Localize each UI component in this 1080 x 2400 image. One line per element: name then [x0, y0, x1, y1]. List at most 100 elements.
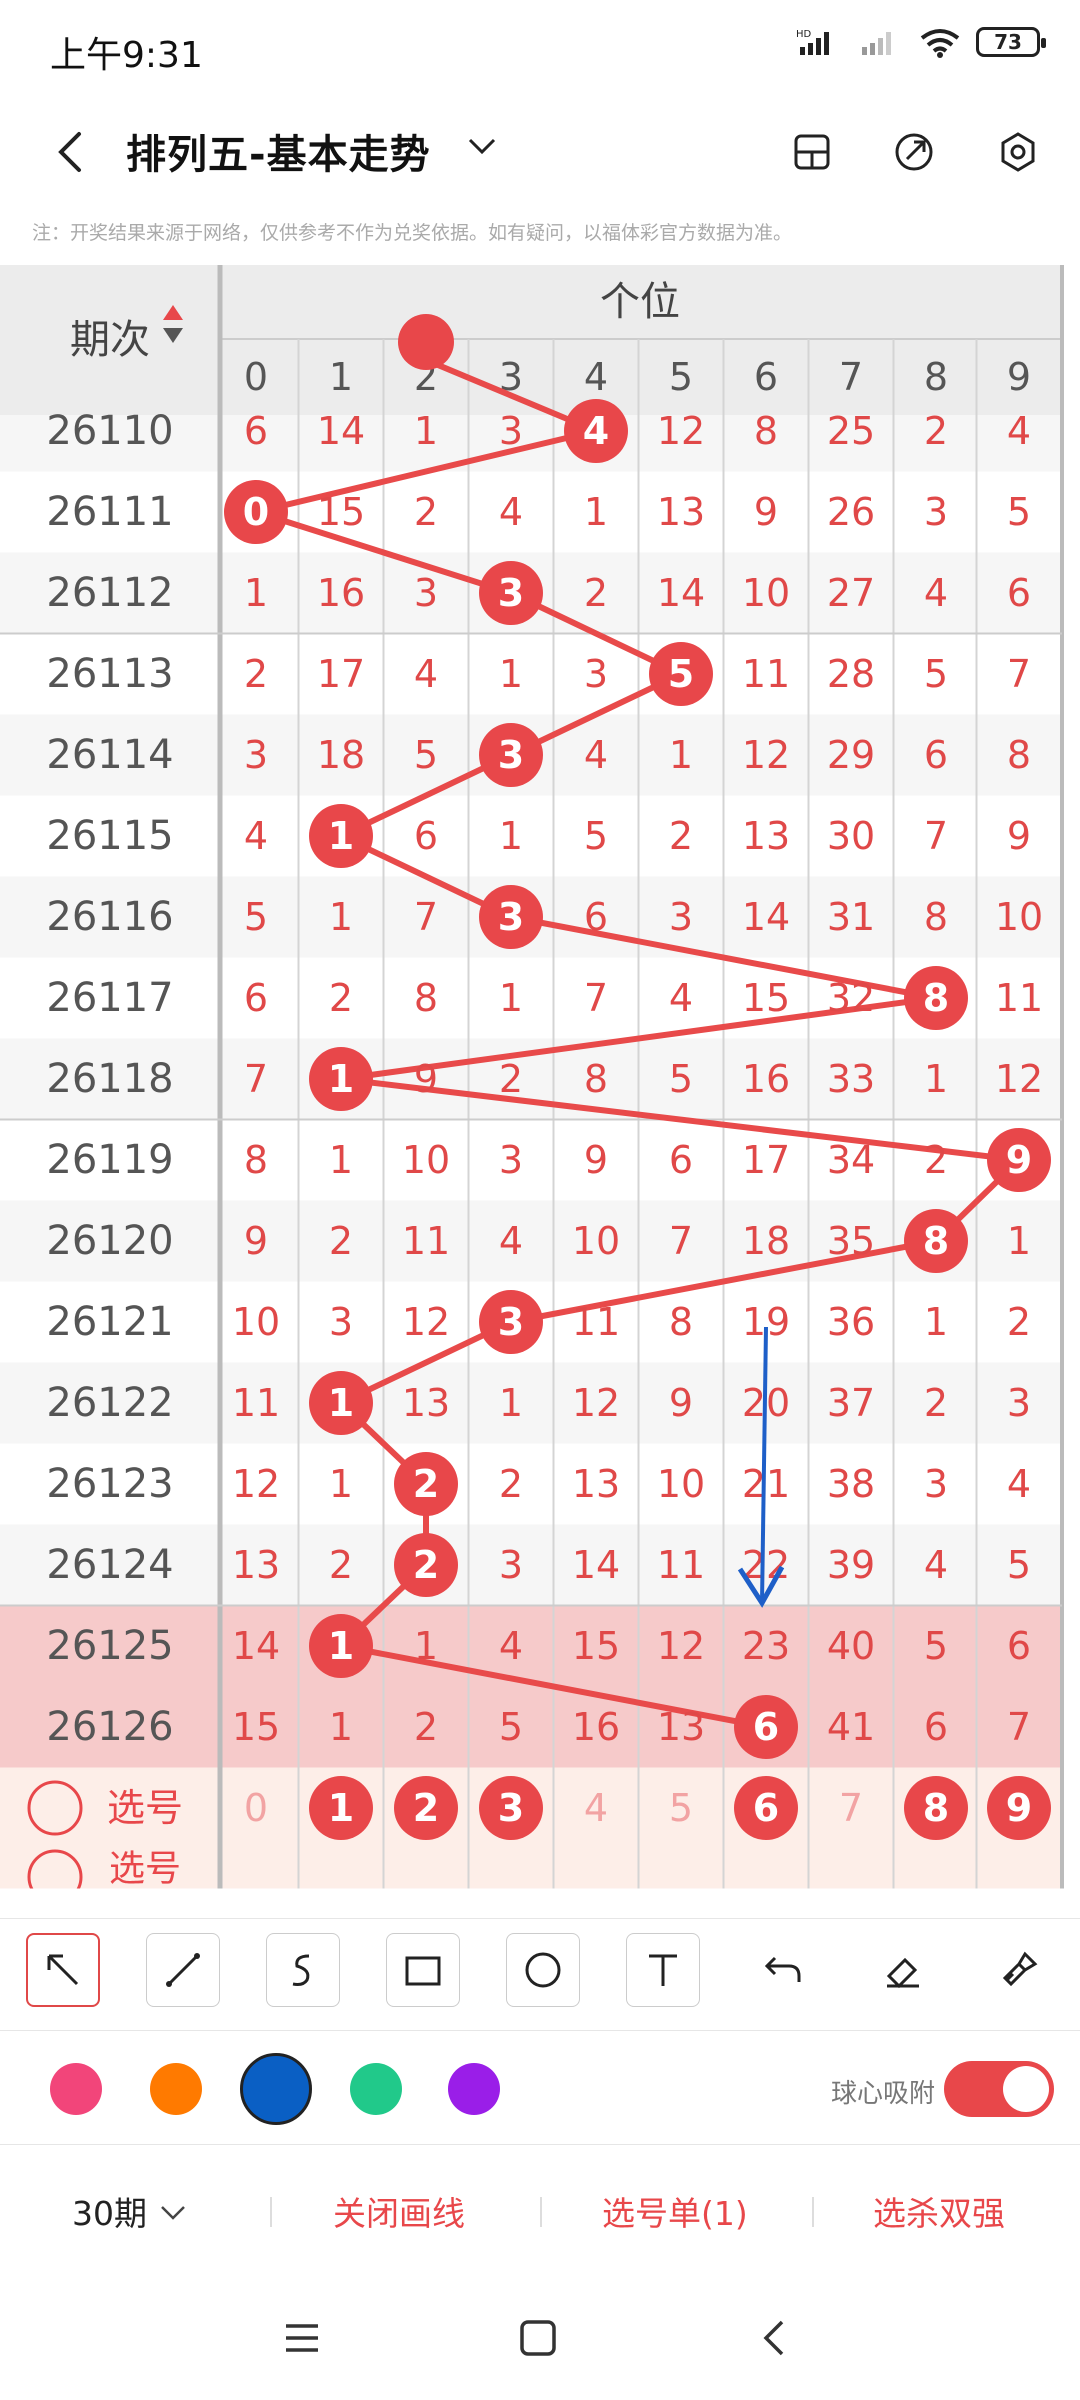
- table-cell: 4: [1007, 1462, 1031, 1506]
- pointer-tool[interactable]: [26, 1933, 100, 2007]
- share-button[interactable]: [884, 122, 944, 182]
- pick-ball-number[interactable]: 8: [923, 1786, 949, 1830]
- table-cell: 30: [827, 814, 875, 858]
- table-cell: 12: [402, 1300, 450, 1344]
- pick-ball-number[interactable]: 2: [413, 1786, 439, 1830]
- table-cell: 11: [402, 1219, 450, 1263]
- snap-toggle[interactable]: [944, 2061, 1054, 2117]
- pick-ball-unselected[interactable]: 5: [669, 1786, 693, 1830]
- table-cell: 9: [1007, 814, 1031, 858]
- table-cell: 37: [827, 1381, 875, 1425]
- table-cell: 7: [669, 1219, 693, 1263]
- table-cell: 14: [232, 1624, 280, 1668]
- color-swatch-pink[interactable]: [50, 2063, 102, 2115]
- color-swatch-orange[interactable]: [150, 2063, 202, 2115]
- pick-ball-number[interactable]: 6: [753, 1786, 779, 1830]
- home-square-icon: [520, 2320, 556, 2356]
- circle-tool[interactable]: [506, 1933, 580, 2007]
- curve-tool[interactable]: [266, 1933, 340, 2007]
- pick-list-button[interactable]: 选号单(1): [602, 2187, 748, 2235]
- table-cell: 4: [414, 652, 438, 696]
- table-cell: 11: [572, 1300, 620, 1344]
- disclaimer-notice: 注：开奖结果来源于网络，仅供参考不作为兑奖依据。如有疑问，以福体彩官方数据为准。: [32, 222, 793, 244]
- digit-header: 7: [839, 355, 863, 399]
- table-cell: 7: [244, 1057, 268, 1101]
- period-cell: 26113: [46, 651, 173, 697]
- line-tool[interactable]: [146, 1933, 220, 2007]
- table-cell: 3: [1007, 1381, 1031, 1425]
- table-cell: 1: [499, 1381, 523, 1425]
- table-cell: 2: [329, 1543, 353, 1587]
- table-cell: 41: [827, 1705, 875, 1749]
- table-cell: 3: [329, 1300, 353, 1344]
- table-cell: 1: [1007, 1219, 1031, 1263]
- back-button[interactable]: [40, 122, 100, 182]
- period-cell: 26121: [46, 1299, 173, 1345]
- close-lines-button[interactable]: 关闭画线: [333, 2187, 465, 2235]
- period-cell: 26114: [46, 732, 173, 778]
- table-cell: 14: [742, 895, 790, 939]
- table-cell: 8: [669, 1300, 693, 1344]
- period-cell: 26116: [46, 894, 173, 940]
- hit-ball: [398, 314, 454, 370]
- clear-tool[interactable]: [982, 1933, 1056, 2007]
- pick-ball-unselected[interactable]: 0: [244, 1786, 268, 1830]
- pick-ball-number[interactable]: 9: [1006, 1786, 1032, 1830]
- trend-grid-svg[interactable]: 期次个位0 1 2 3 4 5 6 7 8 926110 6 14 1 3 4 12 8 25 2 426111 0 15…: [0, 265, 1080, 1915]
- period-selector[interactable]: 30期: [72, 2187, 188, 2235]
- settings-button[interactable]: [988, 122, 1048, 182]
- table-cell: 4: [584, 733, 608, 777]
- table-cell: 2: [924, 1381, 948, 1425]
- table-cell: 17: [317, 652, 365, 696]
- table-cell: 35: [827, 1219, 875, 1263]
- table-cell: 29: [827, 733, 875, 777]
- table-cell: 5: [669, 1057, 693, 1101]
- table-cell: 34: [827, 1138, 875, 1182]
- table-cell: 4: [244, 814, 268, 858]
- drawing-toolbar: [0, 1918, 1080, 2028]
- table-cell: 11: [742, 652, 790, 696]
- text-tool[interactable]: [626, 1933, 700, 2007]
- chevron-down-icon[interactable]: [462, 126, 502, 166]
- table-cell: 11: [232, 1381, 280, 1425]
- digit-header: 0: [244, 355, 268, 399]
- pick-ball-unselected[interactable]: 7: [839, 1786, 863, 1830]
- recent-apps-button[interactable]: [272, 2313, 332, 2363]
- rectangle-tool[interactable]: [386, 1933, 460, 2007]
- page-title[interactable]: 排列五-基本走势: [126, 122, 431, 180]
- table-cell: 5: [499, 1705, 523, 1749]
- pick-ball-number[interactable]: 1: [328, 1786, 354, 1830]
- eraser-tool[interactable]: [866, 1933, 940, 2007]
- home-button[interactable]: [508, 2313, 568, 2363]
- table-cell: 8: [924, 895, 948, 939]
- color-swatch-blue[interactable]: [240, 2053, 312, 2125]
- hit-ball-number: 2: [413, 1543, 439, 1587]
- table-cell: 25: [827, 409, 875, 453]
- table-cell: 5: [924, 1624, 948, 1668]
- share-icon: [895, 133, 933, 171]
- hit-ball-number: 3: [498, 733, 524, 777]
- undo-tool[interactable]: [746, 1933, 820, 2007]
- pointer-arrow-icon: [47, 1954, 79, 1986]
- back-nav-button[interactable]: [744, 2313, 804, 2363]
- color-swatch-purple[interactable]: [448, 2063, 500, 2115]
- hit-ball-number: 2: [413, 1462, 439, 1506]
- trend-chart[interactable]: 期次 个位 0 1 2 3 4 5 6 7 8 9 26110 6 14 1 3 4 12 8 25 2 4 26111 0 15…: [0, 265, 1080, 1915]
- layout-button[interactable]: [782, 122, 842, 182]
- table-cell: 36: [827, 1300, 875, 1344]
- table-cell: 13: [572, 1462, 620, 1506]
- pick-ball-number[interactable]: 3: [498, 1786, 524, 1830]
- table-cell: 2: [924, 1138, 948, 1182]
- table-cell: 8: [1007, 733, 1031, 777]
- color-swatch-green[interactable]: [350, 2063, 402, 2115]
- table-cell: 1: [924, 1300, 948, 1344]
- pick-row-label: 选号: [107, 1786, 183, 1830]
- table-cell: 38: [827, 1462, 875, 1506]
- pick-ball-unselected[interactable]: 4: [584, 1786, 608, 1830]
- table-cell: 13: [232, 1543, 280, 1587]
- period-cell: 26115: [46, 813, 173, 859]
- table-cell: 15: [317, 490, 365, 534]
- table-cell: 3: [414, 571, 438, 615]
- table-cell: 1: [414, 409, 438, 453]
- kill-strong-button[interactable]: 选杀双强: [873, 2187, 1005, 2235]
